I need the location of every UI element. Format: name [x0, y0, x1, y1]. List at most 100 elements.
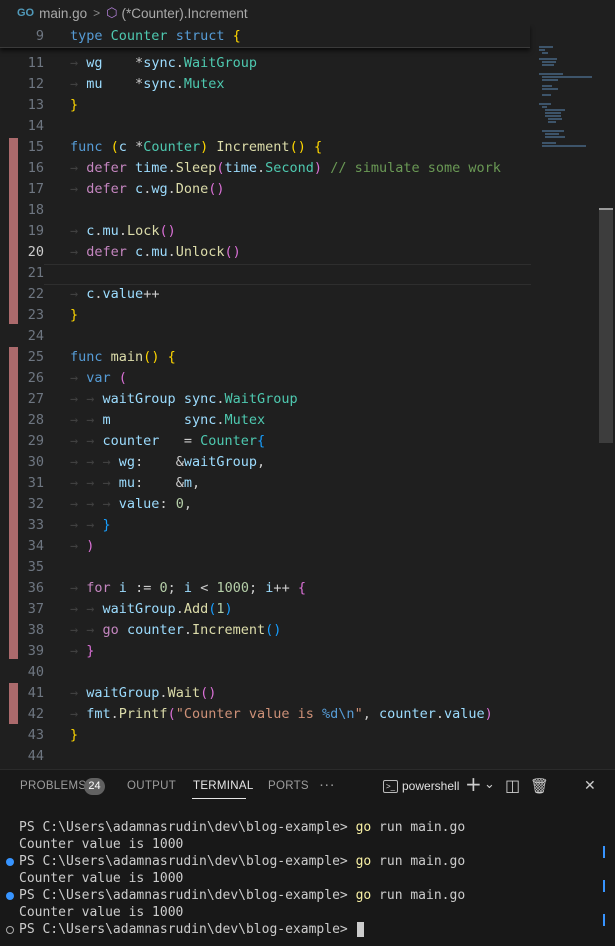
- line-number: 20: [27, 243, 44, 260]
- line-number: 12: [27, 75, 44, 92]
- line-number: 43: [27, 726, 44, 743]
- code-line[interactable]: 35: [0, 556, 600, 577]
- code-line[interactable]: 18: [0, 199, 600, 220]
- code-line[interactable]: 33 → → }: [0, 514, 600, 535]
- code-line[interactable]: 14: [0, 115, 600, 136]
- code-line[interactable]: 24: [0, 325, 600, 346]
- code-line[interactable]: 42 → fmt.Printf("Counter value is %d\n", …: [0, 703, 600, 724]
- code-line[interactable]: 13}: [0, 94, 600, 115]
- code-line[interactable]: 28 → → m sync.Mutex: [0, 409, 600, 430]
- code-line[interactable]: 12 → mu *sync.Mutex: [0, 73, 600, 94]
- code-line[interactable]: 11 → wg *sync.WaitGroup: [0, 52, 600, 73]
- panel-tabs: PROBLEMS 24 OUTPUT TERMINAL PORTS ··· >_…: [0, 770, 615, 804]
- code-text: }: [70, 306, 79, 323]
- command-success-decoration[interactable]: [6, 858, 14, 866]
- code-line[interactable]: 19 → c.mu.Lock(): [0, 220, 600, 241]
- code-line[interactable]: 34 → ): [0, 535, 600, 556]
- code-line[interactable]: 44: [0, 745, 600, 766]
- code-line[interactable]: 37 → → waitGroup.Add(1): [0, 598, 600, 619]
- scrollbar-command-mark: [603, 914, 605, 926]
- line-number: 41: [27, 684, 44, 701]
- line-number: 35: [27, 558, 44, 575]
- tab-terminal[interactable]: TERMINAL: [193, 780, 254, 792]
- terminal-line: PS C:\Users\adamnasrudin\dev\blog-exampl…: [19, 820, 466, 835]
- code-text: → → → mu: &m,: [70, 474, 201, 491]
- line-number: 24: [27, 327, 44, 344]
- code-line[interactable]: 20 → defer c.mu.Unlock(): [0, 241, 600, 262]
- code-line[interactable]: 36 → for i := 0; i < 1000; i++ {: [0, 577, 600, 598]
- code-text: → → waitGroup sync.WaitGroup: [70, 390, 298, 407]
- code-text: → → → value: 0,: [70, 495, 192, 512]
- tab-ports[interactable]: PORTS: [268, 780, 309, 792]
- chevron-down-icon[interactable]: ⌄: [484, 776, 495, 794]
- line-number: 22: [27, 285, 44, 302]
- terminal-line: PS C:\Users\adamnasrudin\dev\blog-exampl…: [19, 854, 466, 869]
- code-line[interactable]: 15 func (c *Counter) Increment() {: [0, 136, 600, 157]
- breadcrumb-symbol[interactable]: (*Counter).Increment: [122, 6, 248, 21]
- line-number: 18: [27, 201, 44, 218]
- line-number: 16: [27, 159, 44, 176]
- code-editor[interactable]: 9 type Counter struct { 11 → wg *sync.Wai…: [0, 24, 615, 769]
- trash-icon[interactable]: 🗑: [530, 777, 549, 795]
- terminal-output-line: Counter value is 1000: [19, 837, 184, 852]
- scrollbar-command-mark: [603, 880, 605, 892]
- line-number: 21: [27, 264, 44, 281]
- line-number: 9: [35, 27, 44, 44]
- scrollbar-cursor-marker: [599, 208, 613, 210]
- code-line[interactable]: 27 → → waitGroup sync.WaitGroup: [0, 388, 600, 409]
- code-line[interactable]: 39 → }: [0, 640, 600, 661]
- go-file-icon: GO: [17, 7, 35, 19]
- code-text: → defer time.Sleep(time.Second) // simul…: [70, 159, 501, 176]
- problems-count-badge: 24: [84, 778, 105, 795]
- code-text: → defer c.wg.Done(): [70, 180, 225, 197]
- active-tab-underline: [192, 798, 246, 799]
- code-line[interactable]: 17 → defer c.wg.Done(): [0, 178, 600, 199]
- code-line[interactable]: 38 → → go counter.Increment(): [0, 619, 600, 640]
- close-icon[interactable]: ✕: [584, 777, 596, 795]
- code-line[interactable]: 16 → defer time.Sleep(time.Second) // sim…: [0, 157, 600, 178]
- add-terminal-icon[interactable]: +: [465, 774, 482, 794]
- line-number: 38: [27, 621, 44, 638]
- line-number: 37: [27, 600, 44, 617]
- code-text: → c.value++: [70, 285, 160, 302]
- code-line[interactable]: 40: [0, 661, 600, 682]
- code-text: → → → wg: &waitGroup,: [70, 453, 266, 470]
- terminal-cursor: [356, 922, 364, 937]
- command-success-decoration[interactable]: [6, 892, 14, 900]
- code-text: }: [70, 96, 79, 113]
- code-line[interactable]: 41 → waitGroup.Wait(): [0, 682, 600, 703]
- code-line[interactable]: 31 → → → mu: &m,: [0, 472, 600, 493]
- split-terminal-icon[interactable]: ◫: [505, 777, 520, 795]
- code-line[interactable]: 30 → → → wg: &waitGroup,: [0, 451, 600, 472]
- code-line[interactable]: 22 → c.value++: [0, 283, 600, 304]
- sticky-scroll-header[interactable]: 9 type Counter struct {: [0, 24, 530, 48]
- code-line[interactable]: 25 func main() {: [0, 346, 600, 367]
- minimap[interactable]: [536, 44, 598, 147]
- code-text: → for i := 0; i < 1000; i++ {: [70, 579, 306, 596]
- more-tabs-icon[interactable]: ···: [319, 776, 335, 793]
- line-number: 14: [27, 117, 44, 134]
- tab-output[interactable]: OUTPUT: [127, 780, 176, 792]
- shell-name: powershell: [402, 779, 460, 793]
- code-text: → → m sync.Mutex: [70, 411, 266, 428]
- editor-scrollbar-thumb[interactable]: [599, 208, 613, 443]
- code-text: → → waitGroup.Add(1): [70, 600, 233, 617]
- code-line[interactable]: 29 → → counter = Counter{: [0, 430, 600, 451]
- line-number: 28: [27, 411, 44, 428]
- code-line[interactable]: 32 → → → value: 0,: [0, 493, 600, 514]
- code-text: → mu *sync.Mutex: [70, 75, 225, 92]
- terminal-output-line: Counter value is 1000: [19, 871, 184, 886]
- tab-problems[interactable]: PROBLEMS: [20, 780, 86, 792]
- code-line[interactable]: 23}: [0, 304, 600, 325]
- code-line[interactable]: 21: [0, 262, 600, 283]
- code-text: func main() {: [70, 348, 176, 365]
- line-number: 19: [27, 222, 44, 239]
- line-number: 44: [27, 747, 44, 764]
- code-text: → → counter = Counter{: [70, 432, 266, 449]
- scrollbar-command-mark: [603, 846, 605, 858]
- breadcrumb-file[interactable]: main.go: [39, 6, 87, 21]
- code-text: → waitGroup.Wait(): [70, 684, 217, 701]
- code-line[interactable]: 26 → var (: [0, 367, 600, 388]
- terminal-shell-selector[interactable]: >_ powershell: [383, 779, 459, 793]
- code-line[interactable]: 43}: [0, 724, 600, 745]
